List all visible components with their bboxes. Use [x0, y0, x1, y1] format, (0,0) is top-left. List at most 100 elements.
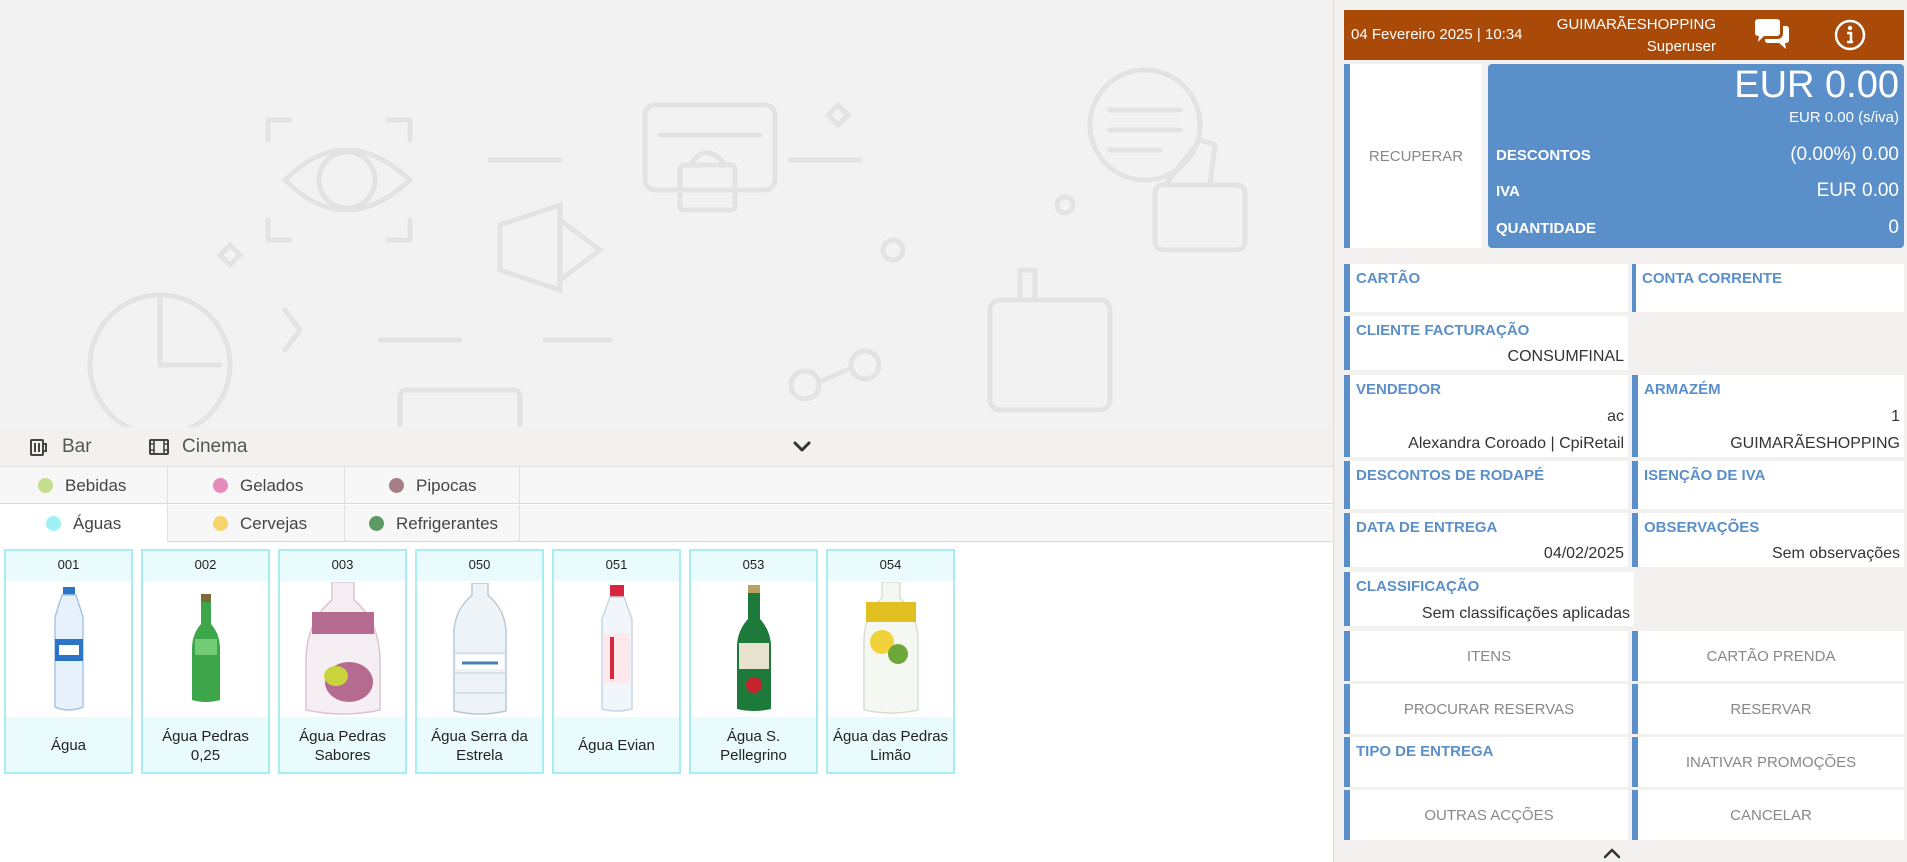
chevron-up-icon[interactable] [1602, 846, 1622, 860]
delivery-type-field[interactable]: TIPO DE ENTREGA [1344, 737, 1628, 787]
field-label: CONTA CORRENTE [1642, 270, 1782, 287]
product-tile[interactable]: 002 Água Pedras 0,25 [141, 549, 270, 774]
field-value: 1 [1891, 408, 1900, 425]
other-actions-button[interactable]: OUTRAS ACÇÕES [1344, 790, 1628, 840]
product-tile[interactable]: 054 Água das Pedras Limão [826, 549, 955, 774]
product-code: 053 [742, 557, 765, 572]
field-label: CARTÃO [1356, 270, 1421, 287]
vat-label: IVA [1496, 182, 1520, 200]
total-without-vat: EUR 0.00 (s/iva) [1788, 109, 1899, 126]
product-image [691, 581, 816, 717]
field-label: CLASSIFICAÇÃO [1356, 578, 1480, 595]
field-value: Sem observações [1771, 545, 1900, 562]
field-value: Sem classificações aplicadas [1421, 605, 1630, 622]
header-datetime: 04 Fevereiro 2025 | 10:34 [1351, 26, 1523, 43]
field-label: DESCONTOS DE RODAPÉ [1356, 467, 1545, 484]
green-glass-bottle-icon [736, 585, 771, 711]
product-name: Água das Pedras Limão [832, 727, 949, 764]
field-label: DATA DE ENTREGA [1356, 519, 1498, 536]
category-label: Gelados [240, 475, 304, 495]
field-label: VENDEDOR [1356, 381, 1442, 398]
field-value: GUIMARÃESHOPPING [1730, 435, 1900, 452]
vat-exemption-field[interactable]: ISENÇÃO DE IVA [1632, 461, 1904, 509]
product-tile[interactable]: 003 Água Pedras Sabores [278, 549, 407, 774]
category-tab-cervejas[interactable]: Cervejas [168, 505, 345, 542]
film-icon [148, 436, 170, 458]
current-account-field[interactable]: CONTA CORRENTE [1632, 264, 1904, 312]
product-tile[interactable]: 053 Água S. Pellegrino [689, 549, 818, 774]
beer-mug-icon [28, 436, 50, 458]
category-tab-aguas[interactable]: Águas [0, 505, 168, 542]
category-color-dot [213, 478, 228, 493]
product-name: Água Evian [578, 737, 655, 754]
header-store: GUIMARÃESHOPPING [1556, 16, 1716, 33]
reserve-button[interactable]: RESERVAR [1632, 684, 1904, 734]
product-name: Água [50, 737, 87, 754]
product-name: Água S. Pellegrino [720, 727, 787, 764]
product-image [280, 581, 405, 717]
billing-client-field[interactable]: CLIENTE FACTURAÇÃO CONSUMFINAL [1344, 316, 1628, 370]
category-color-dot [46, 516, 61, 531]
family-tab-label: Cinema [182, 436, 248, 457]
family-tab-bar[interactable]: Bar [28, 427, 92, 467]
field-value: 04/02/2025 [1543, 545, 1624, 562]
gift-card-button[interactable]: CARTÃO PRENDA [1632, 631, 1904, 681]
product-code: 002 [194, 557, 217, 572]
family-tab-cinema[interactable]: Cinema [148, 427, 247, 467]
category-tab-pipocas[interactable]: Pipocas [345, 467, 520, 504]
category-label: Águas [73, 513, 122, 533]
warehouse-field[interactable]: ARMAZÉM 1 GUIMARÃESHOPPING [1632, 375, 1904, 457]
header-user: Superuser [1646, 38, 1716, 55]
field-label: CLIENTE FACTURAÇÃO [1356, 322, 1530, 339]
background-illustration [0, 0, 1333, 427]
chevron-down-icon[interactable] [790, 435, 814, 459]
flavored-bottle-icon [304, 582, 381, 715]
category-row-1: Bebidas Gelados Pipocas [0, 467, 1333, 504]
seller-field[interactable]: VENDEDOR ac Alexandra Coroado | CpiRetai… [1344, 375, 1628, 457]
total-amount: EUR 0.00 [1734, 64, 1899, 106]
green-glass-bottle-icon [191, 594, 220, 702]
category-color-dot [213, 516, 228, 531]
cancel-button[interactable]: CANCELAR [1632, 790, 1904, 840]
category-tab-gelados[interactable]: Gelados [168, 467, 345, 504]
category-tab-bebidas[interactable]: Bebidas [0, 467, 168, 504]
deactivate-promotions-button[interactable]: INATIVAR PROMOÇÕES [1632, 737, 1904, 787]
product-tile[interactable]: 050 Água Serra da Estrela [415, 549, 544, 774]
product-grid: 001 Água 002 Água Pedras 0,25 003 Água P… [4, 549, 955, 774]
water-bottle-icon [600, 585, 633, 712]
product-tile[interactable]: 001 Água [4, 549, 133, 774]
product-name: Água Pedras Sabores [299, 727, 386, 764]
panel-header: 04 Fevereiro 2025 | 10:34 GUIMARÃESHOPPI… [1344, 10, 1904, 60]
order-panel: 04 Fevereiro 2025 | 10:34 GUIMARÃESHOPPI… [1333, 0, 1907, 862]
category-tab-refrigerantes[interactable]: Refrigerantes [345, 505, 520, 542]
product-code: 054 [879, 557, 902, 572]
product-area: Bar Cinema Bebidas Gelados Pipocas Águas… [0, 0, 1333, 862]
card-field[interactable]: CARTÃO [1344, 264, 1628, 312]
info-icon[interactable] [1834, 19, 1866, 51]
recuperar-button[interactable]: RECUPERAR [1344, 64, 1482, 248]
product-image [417, 581, 542, 717]
category-label: Cervejas [240, 513, 308, 533]
product-code: 051 [605, 557, 628, 572]
footer-discounts-field[interactable]: DESCONTOS DE RODAPÉ [1344, 461, 1628, 509]
chat-icon[interactable] [1752, 18, 1792, 52]
totals-box: EUR 0.00 EUR 0.00 (s/iva) DESCONTOS (0.0… [1488, 64, 1904, 248]
quantity-value: 0 [1888, 217, 1899, 238]
product-image [554, 581, 679, 717]
family-tabs: Bar Cinema [0, 427, 1333, 467]
product-tile[interactable]: 051 Água Evian [552, 549, 681, 774]
quantity-label: QUANTIDADE [1496, 219, 1596, 237]
observations-field[interactable]: OBSERVAÇÕES Sem observações [1632, 513, 1904, 567]
field-label: ARMAZÉM [1644, 381, 1721, 398]
product-code: 003 [331, 557, 354, 572]
classification-field[interactable]: CLASSIFICAÇÃO Sem classificações aplicad… [1344, 572, 1634, 626]
search-reservations-button[interactable]: PROCURAR RESERVAS [1344, 684, 1628, 734]
water-bottle-icon [452, 583, 507, 715]
field-value: CONSUMFINAL [1507, 348, 1624, 365]
category-label: Pipocas [416, 475, 477, 495]
delivery-date-field[interactable]: DATA DE ENTREGA 04/02/2025 [1344, 513, 1628, 567]
product-image [828, 581, 953, 717]
discounts-value: (0.00%) 0.00 [1790, 144, 1899, 165]
category-label: Refrigerantes [396, 513, 499, 533]
items-button[interactable]: ITENS [1344, 631, 1628, 681]
